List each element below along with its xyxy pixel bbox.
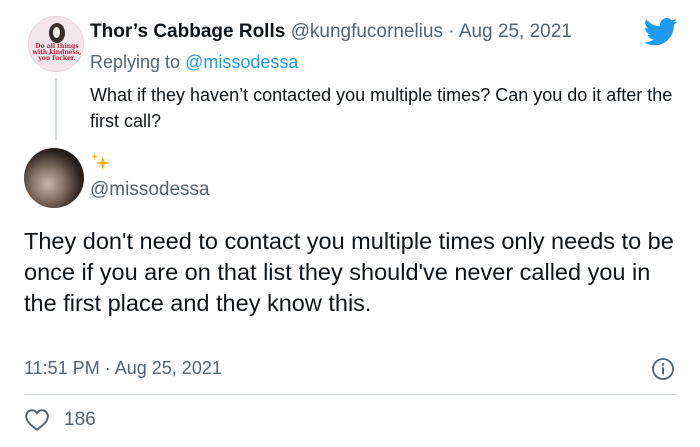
sparkles-icon [90, 152, 111, 171]
tweet-date: Aug 25, 2021 [114, 358, 222, 378]
parent-tweet-header: Thor’s Cabbage Rolls @kungfucornelius · … [90, 20, 572, 44]
avatar[interactable]: Do all things with kindness, you fucker. [28, 16, 84, 72]
info-icon[interactable] [651, 357, 675, 381]
separator-dot: · [448, 21, 455, 42]
twitter-bird-icon[interactable] [644, 18, 678, 46]
tweet-date[interactable]: Aug 25, 2021 [459, 21, 572, 42]
parent-tweet-text: What if they haven’t contacted you multi… [90, 85, 673, 131]
heart-icon[interactable] [24, 408, 50, 432]
tweet-timestamp[interactable]: 11:51 PM · Aug 25, 2021 [24, 356, 222, 380]
pot-logo-icon [49, 23, 65, 43]
tweet-text: They don't need to contact you multiple … [24, 228, 674, 316]
divider [24, 394, 676, 395]
parent-tweet: Do all things with kindness, you fucker.… [0, 0, 700, 140]
replying-to-label: Replying to [90, 52, 181, 72]
like-count: 186 [64, 409, 96, 430]
replying-to-handle[interactable]: @missodessa [185, 52, 298, 72]
author-name[interactable]: Thor’s Cabbage Rolls [90, 21, 285, 42]
thread-line [55, 78, 57, 140]
tweet-time: 11:51 PM [24, 358, 100, 378]
avatar-caption: Do all things with kindness, you fucker. [32, 43, 82, 62]
replying-to: Replying to @missodessa [90, 50, 298, 74]
author-handle[interactable]: @kungfucornelius [291, 21, 443, 42]
separator-dot: · [104, 358, 111, 378]
avatar[interactable] [24, 148, 84, 208]
author-handle[interactable]: @missodessa [90, 178, 210, 202]
